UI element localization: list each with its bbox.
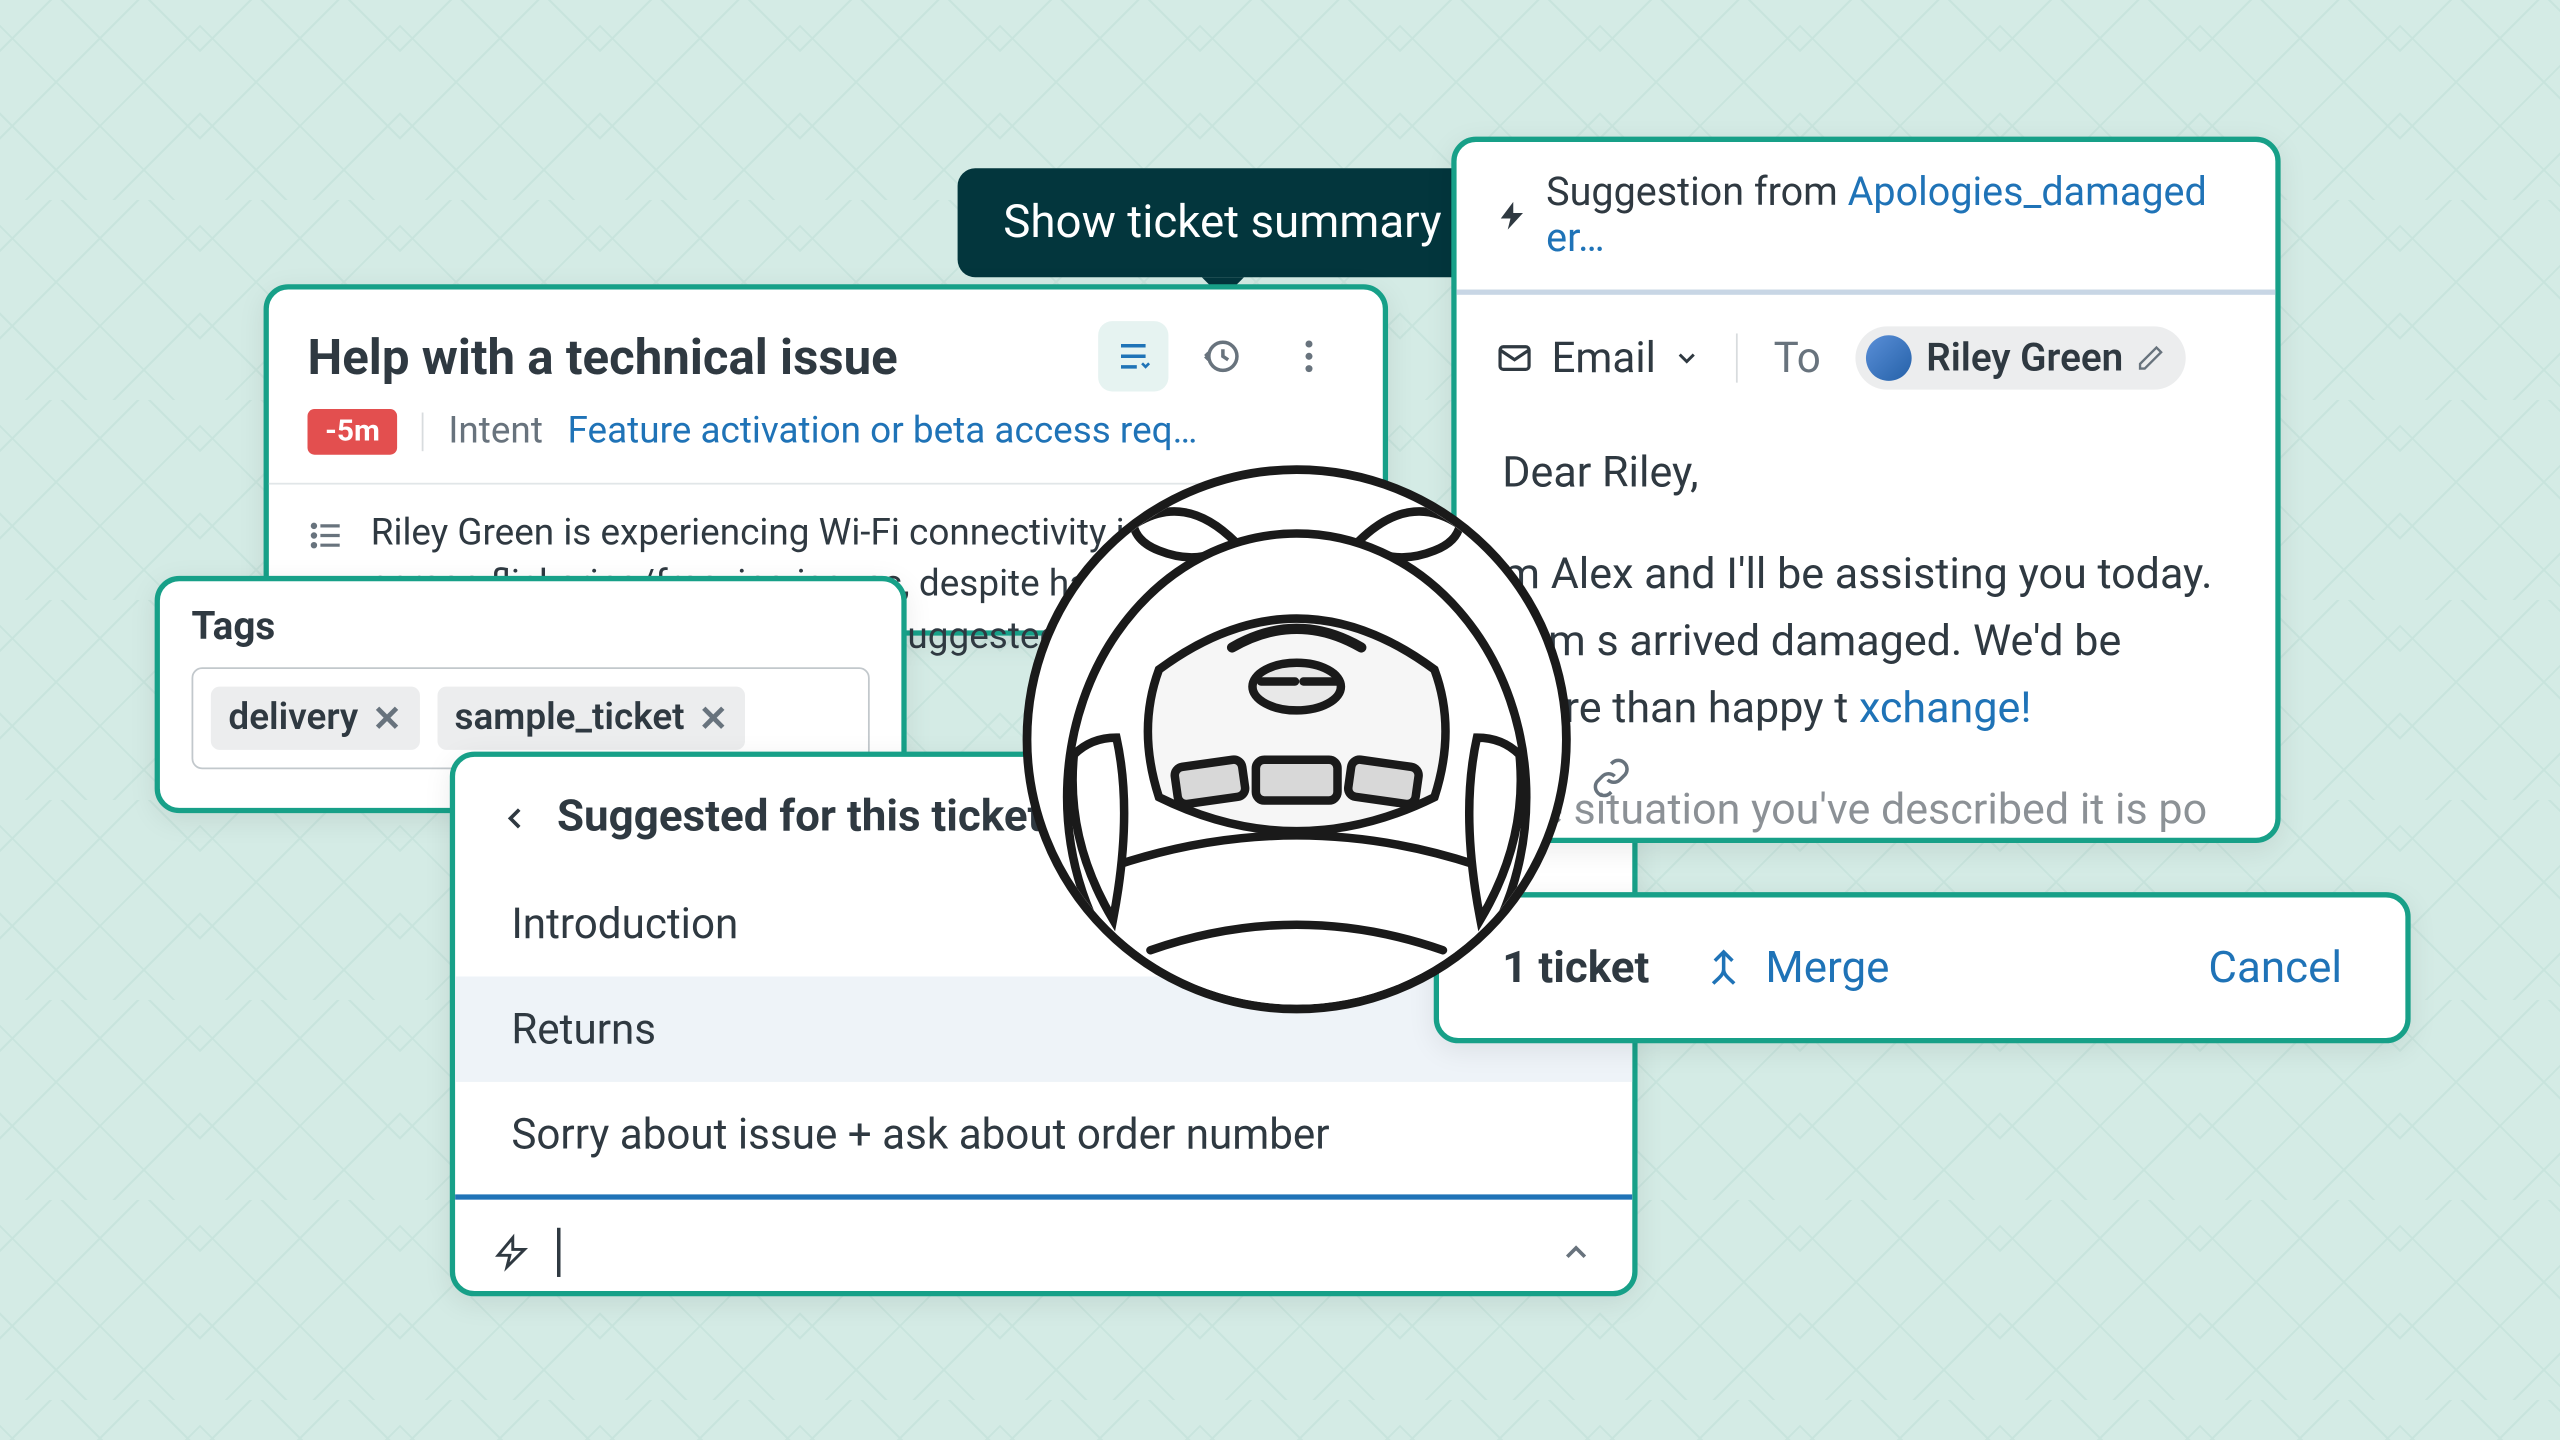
chevron-left-icon[interactable]	[497, 800, 532, 835]
email-body-link[interactable]: xchange!	[1859, 681, 2031, 732]
channel-selector[interactable]: Email	[1495, 333, 1701, 382]
history-button[interactable]	[1186, 321, 1256, 391]
lightning-icon	[1495, 195, 1528, 237]
chevron-down-icon	[1673, 344, 1701, 372]
email-body-text: m Alex and I'll be assisting you today. …	[1502, 548, 2212, 732]
tag-label: delivery	[228, 697, 358, 739]
email-composer-card: Suggestion from Apologies_damaged er… Em…	[1451, 137, 2280, 843]
merge-action-bar: 1 ticket Merge Cancel	[1434, 892, 2411, 1043]
list-icon	[308, 516, 347, 555]
suggested-item[interactable]: Sorry about issue + ask about order numb…	[455, 1082, 1632, 1187]
ticket-title: Help with a technical issue	[308, 327, 898, 385]
tooltip-text: Show ticket summary	[1003, 196, 1441, 249]
tag-chip[interactable]: delivery ✕	[211, 687, 419, 750]
tag-label: sample_ticket	[454, 697, 684, 739]
cancel-button[interactable]: Cancel	[2208, 942, 2342, 993]
text-cursor	[557, 1227, 561, 1276]
channel-label: Email	[1551, 333, 1655, 382]
suggested-title: Suggested for this ticket	[557, 792, 1042, 843]
link-icon[interactable]	[1590, 757, 1632, 799]
remove-tag-icon[interactable]: ✕	[372, 697, 401, 739]
sla-badge: -5m	[308, 409, 398, 455]
merge-label: Merge	[1765, 942, 1889, 993]
merge-button[interactable]: Merge	[1702, 942, 1889, 993]
chevron-up-icon[interactable]	[1558, 1234, 1593, 1269]
avatar	[1866, 335, 1912, 381]
suggestion-prefix: Suggestion from	[1546, 170, 1848, 216]
macro-search-input[interactable]	[455, 1194, 1632, 1296]
ticket-count: 1 ticket	[1502, 942, 1649, 993]
edit-icon[interactable]	[2137, 344, 2165, 372]
mail-icon	[1495, 339, 1534, 378]
email-greeting: Dear Riley,	[1502, 439, 2229, 506]
more-actions-button[interactable]	[1274, 321, 1344, 391]
tags-title: Tags	[192, 606, 870, 650]
intent-link[interactable]: Feature activation or beta access req…	[568, 411, 1198, 453]
remove-tag-icon[interactable]: ✕	[699, 697, 728, 739]
merge-icon	[1702, 943, 1744, 992]
divider	[1737, 333, 1739, 382]
recipient-name: Riley Green	[1926, 336, 2123, 380]
recipient-chip[interactable]: Riley Green	[1856, 326, 2187, 389]
intent-label: Intent	[448, 411, 543, 453]
summary-toggle-button[interactable]	[1098, 321, 1168, 391]
to-label: To	[1774, 333, 1821, 382]
lightning-icon	[494, 1229, 529, 1275]
tooltip-show-summary: Show ticket summary	[958, 168, 1488, 277]
tag-chip[interactable]: sample_ticket ✕	[437, 687, 746, 750]
mascot-avatar	[1023, 465, 1571, 1013]
divider	[422, 413, 424, 452]
